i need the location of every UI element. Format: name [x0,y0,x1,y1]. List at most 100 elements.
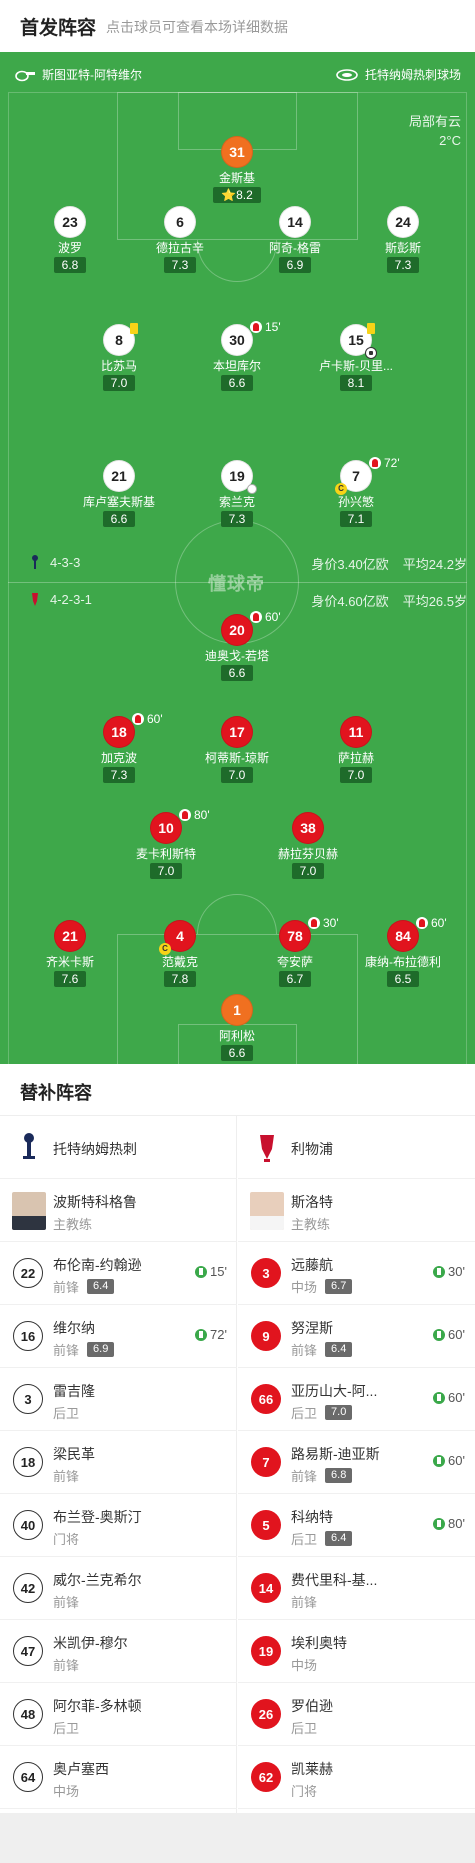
bench-player-name: 费代里科-基... [291,1572,378,1588]
bench-player-row[interactable]: 18 梁民革 前锋 [0,1431,237,1494]
player-marker[interactable]: 14 阿奇-格雷 6.9 [235,206,355,274]
sub-on-minute: 60' [448,1453,465,1468]
player-marker[interactable]: 20 60' 迪奥戈-若塔 6.6 [177,610,297,682]
player-number: 24 [395,214,411,230]
player-rating: 7.6 [53,971,87,987]
player-rating: 6.6 [220,375,254,391]
away-team-row[interactable]: 利物浦 [238,1116,475,1179]
sub-off-minute: 60' [431,916,447,930]
player-number: 38 [300,820,316,836]
away-coach-row[interactable]: 斯洛特 主教练 [238,1179,475,1242]
rating-wrap: 7.3 [59,766,179,784]
player-marker[interactable]: 31 金斯基 ⭐8.2 [177,136,297,204]
player-number: 15 [348,332,364,348]
player-marker[interactable]: 8 比苏马 7.0 [59,323,179,392]
bench-player-number: 22 [13,1258,43,1288]
bench-player-row[interactable]: 9 努涅斯 前锋 6.4 60' [238,1305,475,1368]
player-number-badge: 78 30' [279,916,339,952]
home-coach-row[interactable]: 波斯特科格鲁 主教练 [0,1179,237,1242]
bench-player-row[interactable]: 3 远藤航 中场 6.7 30' [238,1242,475,1305]
player-marker[interactable]: 84 60' 康纳-布拉德利 6.5 [343,916,463,988]
player-rating: 6.8 [53,257,87,273]
bench-player-row[interactable]: 3 雷吉隆 后卫 [0,1368,237,1431]
player-rating: 6.6 [102,511,136,527]
player-number: 18 [111,724,127,740]
bench-player-number: 19 [251,1636,281,1666]
player-rating: 7.0 [149,863,183,879]
player-name: 加克波 [100,751,137,765]
player-number: 78 [287,928,303,944]
player-marker[interactable]: 24 斯彭斯 7.3 [343,206,463,274]
away-summary: 身价4.60亿欧 平均26.5岁 [297,591,467,610]
bench-player-row[interactable]: 19 埃利奥特 中场 [238,1620,475,1683]
bench-player-number: 48 [13,1699,43,1729]
assist-boot-icon [247,484,257,494]
sub-off-indicator: 60' [416,916,447,930]
player-marker[interactable]: 23 波罗 6.8 [10,206,130,274]
bench-player-rating: 6.4 [325,1531,353,1546]
bench-player-rating: 6.4 [325,1342,353,1357]
player-marker[interactable]: 7 C 72' 孙兴慜 7.1 [296,456,416,528]
bench-player-row[interactable]: 16 维尔纳 前锋 6.9 72' [0,1305,237,1368]
player-rating: 8.1 [339,375,373,391]
player-marker[interactable]: 78 30' 夸安萨 6.7 [235,916,355,988]
player-marker[interactable]: 6 德拉古辛 7.3 [120,206,240,274]
bench-player-row[interactable]: 40 布兰登-奥斯汀 门将 [0,1494,237,1557]
player-marker[interactable]: 21 齐米卡斯 7.6 [10,920,130,988]
bench-player-name: 梁民革 [53,1446,95,1462]
player-marker[interactable]: 19 索兰克 7.3 [177,460,297,528]
bench-player-rating: 6.9 [87,1342,115,1357]
player-marker[interactable]: 11 萨拉赫 7.0 [296,716,416,784]
bench-player-position: 前锋 [53,1343,80,1358]
home-avg-age: 平均24.2岁 [402,557,467,572]
player-name: 德拉古辛 [155,241,204,255]
player-marker[interactable]: 30 15' 本坦库尔 6.6 [177,320,297,392]
player-number: 23 [62,214,78,230]
bench-player-rating: 6.7 [325,1279,353,1294]
bench-player-row[interactable]: 42 威尔-兰克希尔 前锋 [0,1557,237,1620]
player-name: 金斯基 [218,171,255,185]
player-marker[interactable]: 38 赫拉芬贝赫 7.0 [248,812,368,880]
bench-player-row[interactable]: 48 阿尔菲-多林顿 后卫 [0,1683,237,1746]
player-number-badge: 17 [221,716,253,748]
player-marker[interactable]: 10 80' 麦卡利斯特 7.0 [106,808,226,880]
home-team-row[interactable]: 托特纳姆热刺 [0,1116,237,1179]
bench-player-row[interactable]: 14 费代里科-基... 前锋 [238,1557,475,1620]
bench-player-row[interactable]: 47 米凯伊-穆尔 前锋 [0,1620,237,1683]
player-marker[interactable]: 1 阿利松 6.6 [177,994,297,1062]
sub-on-indicator: 72' [195,1327,227,1342]
player-number: 20 [229,622,245,638]
bench-player-row[interactable]: 22 布伦南-约翰逊 前锋 6.4 15' [0,1242,237,1305]
player-name: 卢卡斯-贝里... [319,359,393,373]
player-marker[interactable]: 15 卢卡斯-贝里... 8.1 [296,323,416,392]
player-name: 麦卡利斯特 [135,847,196,861]
bench-player-position: 后卫 [291,1406,318,1421]
player-number-badge: 21 [103,460,135,492]
bench-player-row[interactable]: 7 路易斯-迪亚斯 前锋 6.8 60' [238,1431,475,1494]
bench-player-number: 3 [251,1258,281,1288]
away-formation: 4-2-3-1 [30,591,92,607]
bench-player-number: 3 [13,1384,43,1414]
player-number: 31 [229,144,245,160]
player-marker[interactable]: 21 库卢塞夫斯基 6.6 [59,460,179,528]
bench-player-meta: 中场 [291,1655,317,1674]
bench-player-row[interactable]: 64 奥卢塞西 中场 [0,1746,237,1809]
player-marker[interactable]: 18 60' 加克波 7.3 [59,712,179,784]
player-number-badge: 4C [159,920,196,955]
home-coach-name: 波斯特科格鲁 [53,1194,137,1210]
player-marker[interactable]: 4 C 范戴克 7.8 [120,920,240,988]
bench-header: 替补阵容 [0,1064,475,1116]
bench-player-meta: 后卫 [53,1403,79,1422]
bench-player-row[interactable]: 26 罗伯逊 后卫 [238,1683,475,1746]
player-name: 赫拉芬贝赫 [277,847,338,861]
player-number-badge: 8 [103,323,138,356]
bench-player-row[interactable]: 5 科纳特 后卫 6.4 80' [238,1494,475,1557]
bench-player-row[interactable]: 66 亚历山大-阿... 后卫 7.0 60' [238,1368,475,1431]
rating-wrap: 7.0 [177,766,297,784]
sub-on-minute: 60' [448,1327,465,1342]
star-icon: ⭐ [221,188,237,202]
player-name: 斯彭斯 [384,241,421,255]
player-name: 阿利松 [218,1029,255,1043]
bench-player-row[interactable]: 62 凯莱赫 门将 [238,1746,475,1809]
player-marker[interactable]: 17 柯蒂斯-琼斯 7.0 [177,716,297,784]
